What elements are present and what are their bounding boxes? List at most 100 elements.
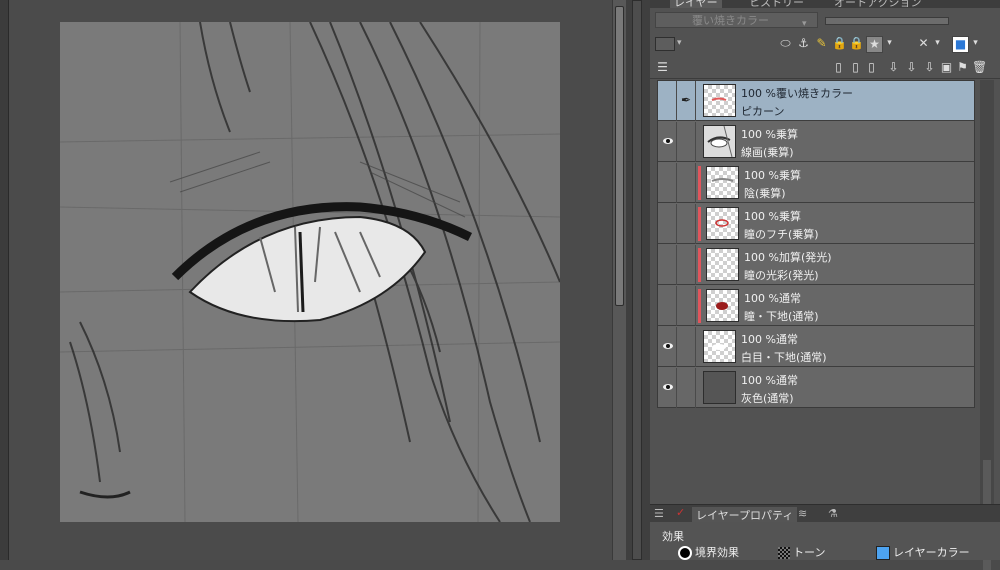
layer-row[interactable]: ✒ 100 %覆い焼きカラー ピカーン	[658, 81, 974, 121]
layer-color-button[interactable]: レイヤーカラー	[876, 544, 970, 560]
tab-auto-action[interactable]: オートアクション	[830, 0, 925, 8]
layer-stack-icon[interactable]: ☰	[655, 60, 670, 75]
clipping-icon[interactable]: ⬭	[778, 36, 793, 51]
chevron-down-icon[interactable]: ▾	[677, 35, 689, 51]
visibility-toggle[interactable]	[658, 368, 677, 408]
create-mask-icon[interactable]: ▣	[939, 60, 954, 75]
layer-row[interactable]: 100 %乗算 陰(乗算)	[658, 163, 974, 203]
layer-blend-label: 100 %乗算	[741, 128, 798, 141]
scroll-thumb[interactable]	[615, 6, 624, 306]
layer-row[interactable]: 100 %乗算 線画(乗算)	[658, 122, 974, 162]
clipping-indicator	[698, 166, 701, 200]
layer-list-scrollbar[interactable]	[980, 80, 994, 570]
tab-layer[interactable]: レイヤー	[670, 0, 722, 8]
lock-transparent-icon[interactable]: 🔒	[849, 36, 864, 51]
lock-icon[interactable]: 🔒	[832, 36, 847, 51]
layer-property-icon: ✓	[676, 506, 686, 519]
visibility-toggle[interactable]	[658, 122, 677, 162]
draft-layer-icon[interactable]: ✎	[814, 36, 829, 51]
edit-target-cell[interactable]	[677, 204, 696, 244]
merge-visible-icon[interactable]: ⇩	[922, 60, 937, 75]
tone-button[interactable]: トーン	[778, 544, 825, 560]
opacity-slider[interactable]	[825, 17, 949, 25]
mask-enable-icon[interactable]: ★	[866, 36, 883, 53]
layer-list: ✒ 100 %覆い焼きカラー ピカーン 100 %乗算 線画(乗算) 100 %…	[657, 80, 975, 408]
new-raster-layer-icon[interactable]: ▯	[831, 60, 846, 75]
canvas-vertical-scrollbar[interactable]	[612, 0, 627, 560]
menu-icon[interactable]: ☰	[654, 507, 664, 520]
layer-panel: レイヤー ヒストリー オートアクション 覆い焼きカラー ▾ ▾ ⬭ ⚓ ✎ 🔒 …	[650, 0, 1000, 570]
palette-color-icon[interactable]: ■	[952, 36, 969, 53]
visibility-toggle[interactable]	[658, 81, 677, 121]
layer-search-icon[interactable]: ≋	[798, 507, 807, 520]
layer-name[interactable]: 瞳・下地(通常)	[744, 308, 819, 324]
layer-thumbnail	[706, 248, 739, 281]
color-square-icon	[876, 546, 890, 560]
visibility-toggle[interactable]	[658, 163, 677, 203]
layer-row[interactable]: 100 %通常 瞳・下地(通常)	[658, 286, 974, 326]
layer-thumbnail	[703, 84, 736, 117]
layer-row[interactable]: 100 %通常 灰色(通常)	[658, 368, 974, 408]
visibility-toggle[interactable]	[658, 245, 677, 285]
mask-disable-icon[interactable]: ✕	[916, 36, 931, 51]
left-tool-strip	[0, 0, 9, 560]
layer-blend-label: 100 %乗算	[744, 210, 801, 223]
layer-blend-label: 100 %覆い焼きカラー	[741, 87, 853, 100]
edit-target-cell[interactable]	[677, 122, 696, 162]
layer-name[interactable]: 陰(乗算)	[744, 185, 786, 201]
edit-target-cell[interactable]	[677, 286, 696, 326]
clipping-indicator	[698, 248, 701, 282]
tab-history[interactable]: ヒストリー	[745, 0, 808, 8]
trash-icon[interactable]: 🗑	[972, 60, 987, 75]
checker-icon	[778, 547, 790, 559]
edit-target-cell[interactable]	[677, 368, 696, 408]
layer-name[interactable]: 瞳のフチ(乗算)	[744, 226, 819, 242]
edit-target-cell[interactable]	[677, 163, 696, 203]
eye-icon	[663, 138, 673, 144]
chevron-down-icon[interactable]: ▾	[930, 36, 945, 51]
layer-name[interactable]: 線画(乗算)	[741, 144, 794, 160]
apply-mask-icon[interactable]: ⚑	[955, 60, 970, 75]
visibility-toggle[interactable]	[658, 327, 677, 367]
new-folder-icon[interactable]: ▯	[864, 60, 879, 75]
border-effect-button[interactable]: 境界効果	[678, 544, 739, 560]
chevron-down-icon: ▾	[802, 19, 807, 29]
layer-name[interactable]: ピカーン	[741, 103, 784, 119]
edit-target-cell[interactable]: ✒	[677, 81, 696, 121]
layer-name[interactable]: 瞳の光彩(発光)	[744, 267, 819, 283]
layer-color-swatch[interactable]	[655, 37, 675, 51]
visibility-toggle[interactable]	[658, 286, 677, 326]
panel-divider[interactable]	[626, 0, 650, 560]
eye-sketch-artwork	[60, 22, 560, 522]
layer-blend-label: 100 %加算(発光)	[744, 251, 832, 264]
chevron-down-icon[interactable]: ▾	[882, 36, 897, 51]
merge-down-icon[interactable]: ⇩	[904, 60, 919, 75]
clipping-indicator	[698, 289, 701, 323]
effect-label: トーン	[793, 546, 826, 559]
chevron-down-icon[interactable]: ▾	[968, 36, 983, 51]
layer-thumbnail	[703, 371, 736, 404]
new-vector-layer-icon[interactable]: ▯	[848, 60, 863, 75]
blend-mode-row: 覆い焼きカラー ▾	[650, 8, 1000, 32]
layer-toolbar-top: ▾ ⬭ ⚓ ✎ 🔒 🔒 ★ ▾ ✕ ▾ ■ ▾	[650, 32, 1000, 56]
layer-row[interactable]: 100 %加算(発光) 瞳の光彩(発光)	[658, 245, 974, 285]
edit-target-cell[interactable]	[677, 327, 696, 367]
drawing-canvas[interactable]	[60, 22, 560, 522]
flask-icon[interactable]: ⚗	[828, 507, 838, 520]
eye-icon	[663, 343, 673, 349]
layer-thumbnail	[706, 166, 739, 199]
blend-mode-select[interactable]: 覆い焼きカラー	[655, 12, 818, 28]
layer-row[interactable]: 100 %通常 白目・下地(通常)	[658, 327, 974, 367]
visibility-toggle[interactable]	[658, 204, 677, 244]
divider-handle[interactable]	[632, 0, 642, 560]
layer-thumbnail	[706, 207, 739, 240]
tab-layer-property[interactable]: レイヤープロパティ	[692, 507, 798, 523]
transfer-down-icon[interactable]: ⇩	[886, 60, 901, 75]
layer-thumbnail	[706, 289, 739, 322]
layer-name[interactable]: 灰色(通常)	[741, 390, 794, 406]
layer-row[interactable]: 100 %乗算 瞳のフチ(乗算)	[658, 204, 974, 244]
edit-target-cell[interactable]	[677, 245, 696, 285]
layer-name[interactable]: 白目・下地(通常)	[741, 349, 827, 365]
reference-layer-icon[interactable]: ⚓	[796, 36, 811, 51]
layer-thumbnail	[703, 125, 736, 158]
